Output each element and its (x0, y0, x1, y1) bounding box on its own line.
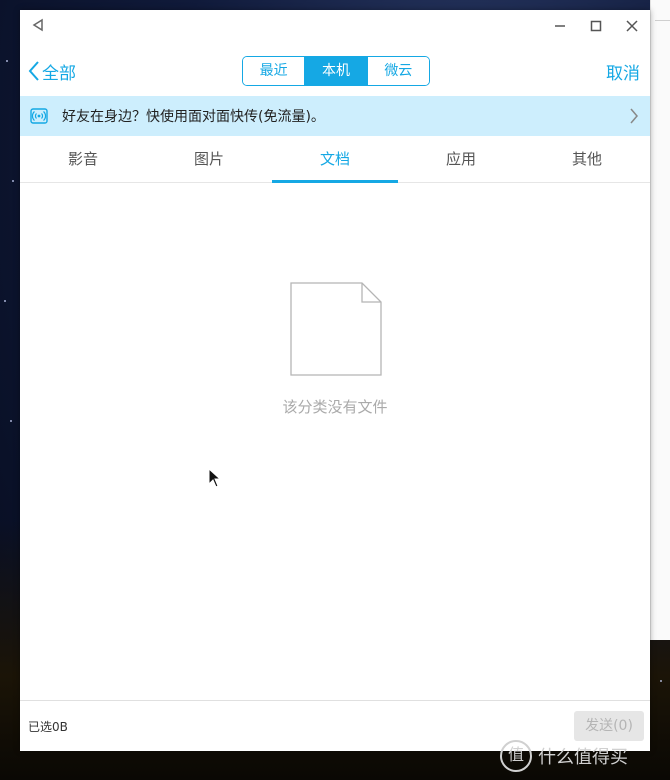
tab-media[interactable]: 影音 (20, 136, 146, 182)
send-button[interactable]: 发送(0) (574, 711, 644, 741)
tab-documents[interactable]: 文档 (272, 136, 398, 183)
tab-apps[interactable]: 应用 (398, 136, 524, 182)
cancel-button[interactable]: 取消 (606, 59, 640, 84)
watermark-logo: 值 (500, 740, 532, 772)
empty-state: 该分类没有文件 (20, 182, 650, 700)
source-segmented-control: 最近 本机 微云 (242, 56, 430, 86)
close-icon[interactable] (620, 16, 644, 40)
tab-other[interactable]: 其他 (524, 136, 650, 182)
segment-weiyun[interactable]: 微云 (366, 57, 429, 85)
navbar: 全部 最近 本机 微云 取消 (20, 46, 650, 96)
back-label: 全部 (42, 63, 76, 84)
star (12, 180, 14, 182)
star (10, 420, 12, 422)
minimize-icon[interactable] (548, 16, 572, 40)
wireless-transfer-icon (30, 108, 48, 124)
star (4, 300, 6, 302)
back-button[interactable]: 全部 (28, 58, 76, 84)
maximize-icon[interactable] (584, 16, 608, 40)
star (660, 680, 662, 682)
tab-images[interactable]: 图片 (146, 136, 272, 182)
empty-message: 该分类没有文件 (282, 398, 388, 416)
back-triangle-icon[interactable] (28, 18, 48, 38)
watermark-text: 什么值得买 (538, 747, 628, 768)
background-window (650, 0, 670, 640)
face-to-face-banner[interactable]: 好友在身边？快使用面对面快传(免流量)。 (20, 96, 650, 136)
chevron-left-icon (28, 61, 39, 81)
selected-size: 已选0B (28, 720, 68, 734)
watermark: 值 什么值得买 (500, 738, 628, 774)
mouse-cursor-icon (208, 468, 222, 488)
file-picker-window: 全部 最近 本机 微云 取消 好友在身边？快使用面对面快传(免流量)。 影音 图… (20, 10, 650, 751)
category-tabs: 影音 图片 文档 应用 其他 (20, 136, 650, 183)
star (6, 60, 8, 62)
segment-local[interactable]: 本机 (304, 57, 367, 85)
titlebar (20, 10, 650, 46)
banner-text: 好友在身边？快使用面对面快传(免流量)。 (62, 109, 325, 125)
empty-document-icon (290, 282, 382, 376)
segment-recent[interactable]: 最近 (243, 57, 305, 85)
chevron-right-icon (630, 108, 638, 124)
